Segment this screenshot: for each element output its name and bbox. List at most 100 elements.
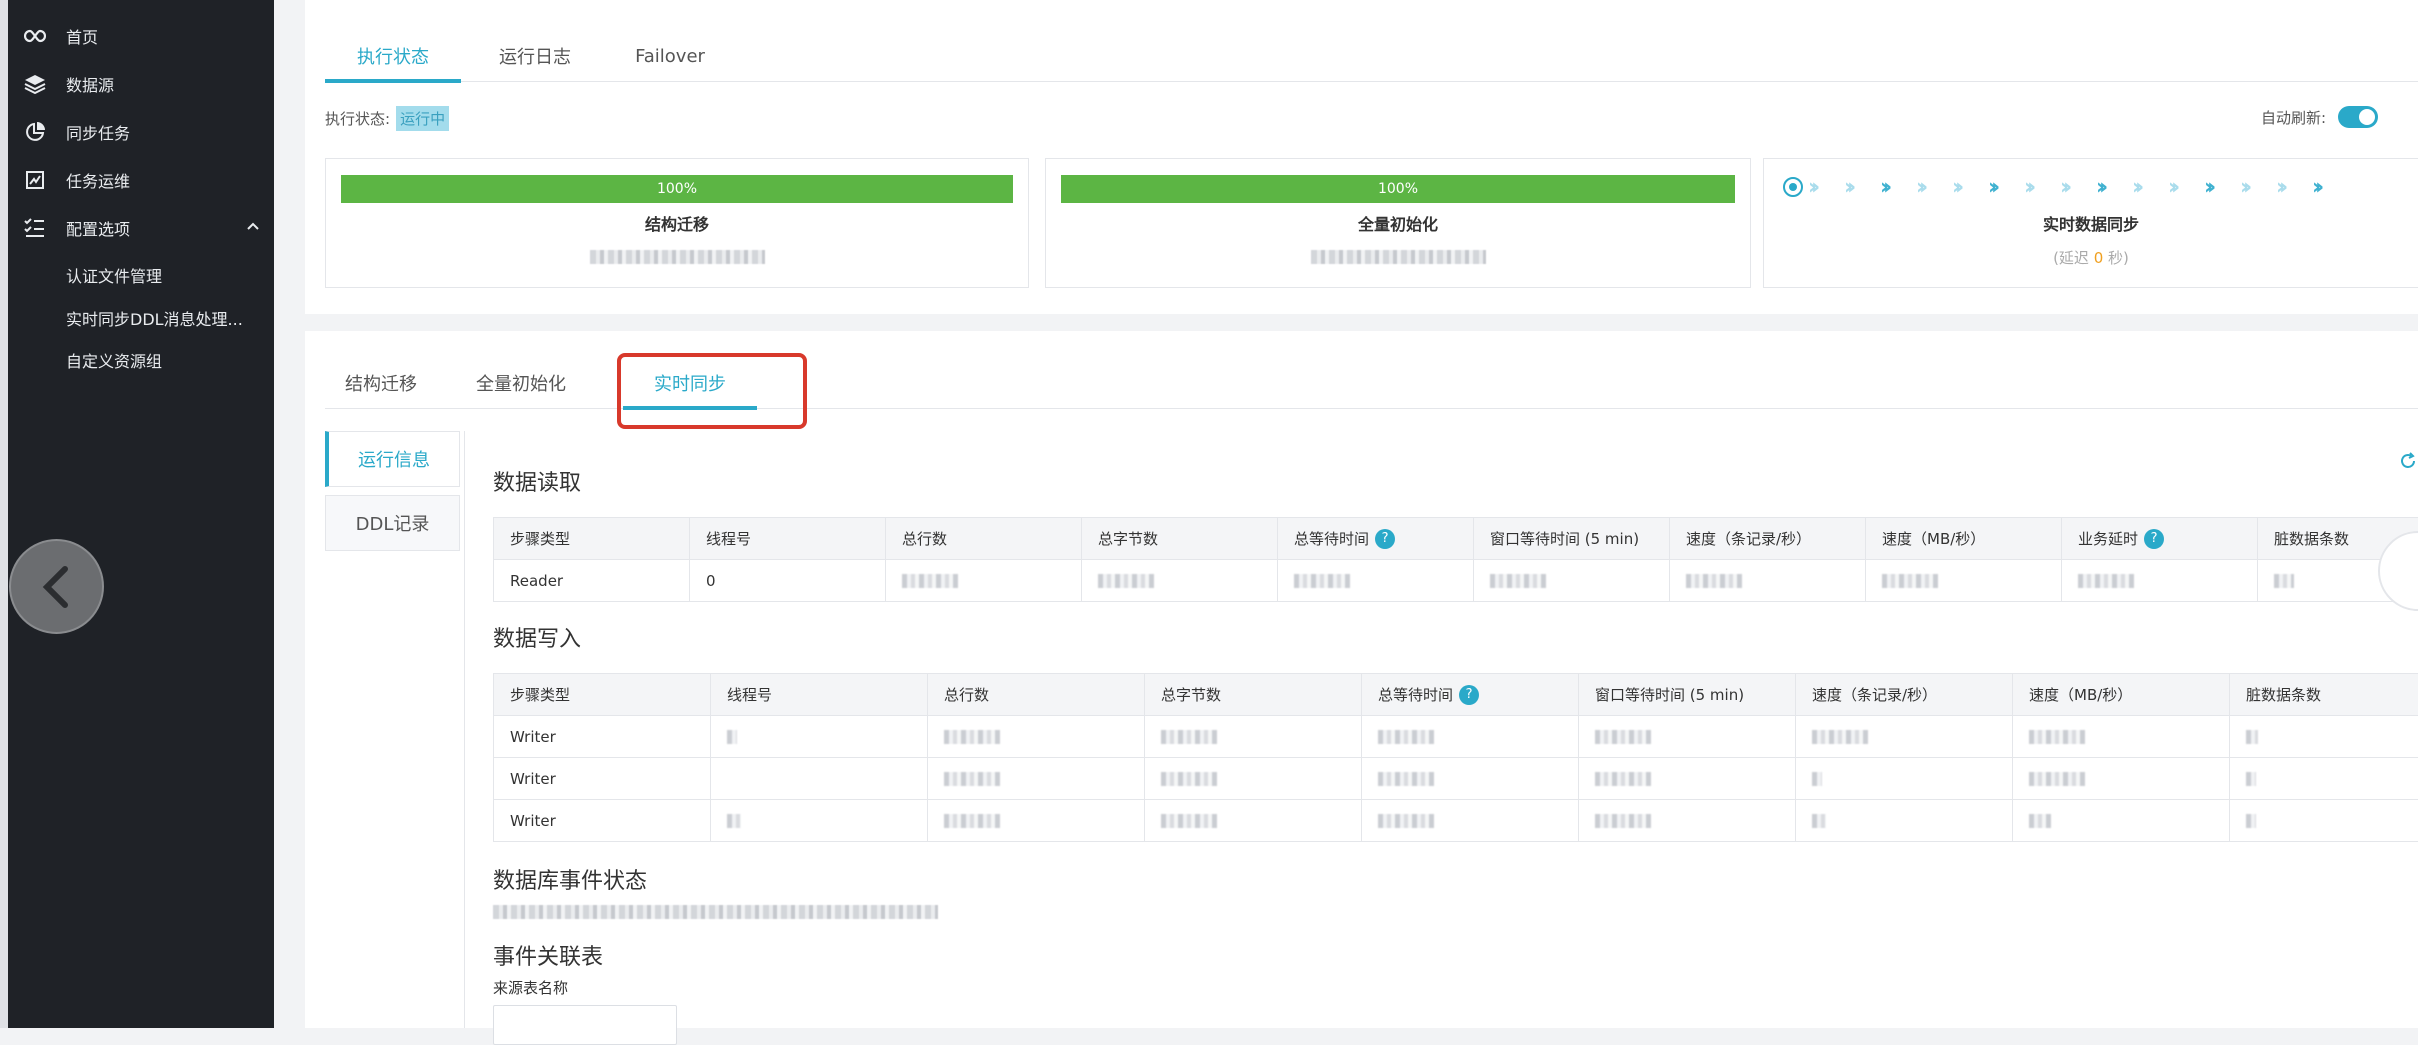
delay-suffix: 秒): [2108, 249, 2129, 267]
refresh-icon[interactable]: [2398, 451, 2418, 471]
redacted-text: [1161, 730, 1217, 744]
db-event-status: [493, 901, 938, 920]
tab-run-log[interactable]: 运行日志: [475, 30, 595, 82]
help-icon[interactable]: ?: [2144, 529, 2164, 549]
column-header: 步骤类型: [494, 674, 711, 716]
double-chevron-icon: ››: [1844, 175, 1876, 200]
sidebar-subitem-ddl-handling[interactable]: 实时同步DDL消息处理...: [66, 303, 243, 333]
chevron-up-icon[interactable]: [245, 218, 261, 234]
source-table-input[interactable]: [493, 1005, 677, 1045]
sidebar-subitem-resource-group[interactable]: 自定义资源组: [66, 345, 162, 375]
table-row: Writer: [494, 716, 2418, 758]
redacted-text: [2246, 814, 2256, 828]
redacted-text: [1595, 814, 1651, 828]
column-header: 线程号: [711, 674, 928, 716]
cell-type: Writer: [494, 758, 711, 800]
column-header: 总行数: [928, 674, 1145, 716]
redacted-text: [1098, 574, 1154, 588]
tab-failover[interactable]: Failover: [615, 30, 725, 82]
cell-redacted: [1145, 800, 1362, 842]
redacted-text: [1812, 772, 1822, 786]
collapse-back-button[interactable]: [9, 539, 104, 634]
redacted-text: [1490, 574, 1546, 588]
cell-redacted: [1866, 560, 2062, 602]
stage-sub: [1046, 247, 1750, 265]
column-header-wait: 总等待时间?: [1278, 518, 1474, 560]
column-header: 速度（MB/秒）: [1866, 518, 2062, 560]
redacted-text: [1294, 574, 1350, 588]
sidebar-item-datasource[interactable]: 数据源: [24, 68, 114, 100]
top-tabs: 执行状态 运行日志 Failover: [325, 30, 2418, 82]
cell-redacted: [711, 716, 928, 758]
redacted-text: [1595, 772, 1651, 786]
column-header: 窗口等待时间 (5 min): [1474, 518, 1670, 560]
cell-type: Writer: [494, 800, 711, 842]
column-header: 线程号: [690, 518, 886, 560]
cell-redacted: [1796, 716, 2013, 758]
redacted-text: [1595, 730, 1651, 744]
auto-refresh-toggle[interactable]: [2338, 106, 2378, 128]
cell-redacted: [928, 716, 1145, 758]
delay-prefix: (延迟: [2053, 249, 2089, 267]
tab-execution-status[interactable]: 执行状态: [325, 30, 461, 82]
stage-card-full-init: 100% 全量初始化: [1045, 158, 1751, 288]
section-title-write: 数据写入: [493, 621, 581, 653]
redacted-text: [2246, 772, 2256, 786]
help-icon[interactable]: ?: [1375, 529, 1395, 549]
highlight-annotation: [617, 353, 807, 429]
double-chevron-icon: ››: [2240, 175, 2272, 200]
column-header: 速度（条记录/秒）: [1796, 674, 2013, 716]
side-tabs: 运行信息 DDL记录: [325, 431, 460, 559]
progress-bar: 100%: [1061, 175, 1735, 203]
redacted-text: [493, 905, 938, 919]
table-header-row: 步骤类型 线程号 总行数 总字节数 总等待时间? 窗口等待时间 (5 min) …: [494, 674, 2418, 716]
double-chevron-icon: ››: [2060, 175, 2092, 200]
progress-bar: 100%: [341, 175, 1013, 203]
stage-sub: [326, 247, 1028, 265]
cell-redacted: [2013, 800, 2230, 842]
column-header: 业务延时: [2078, 530, 2138, 548]
section-title-event-relation: 事件关联表: [493, 939, 603, 971]
cell-redacted: [886, 560, 1082, 602]
layers-icon: [24, 73, 46, 95]
redacted-text: [1378, 814, 1434, 828]
checklist-icon: [24, 217, 46, 239]
stage-card-realtime: ›› ›› ›› ›› ›› ›› ›› ›› ›› ›› ›› ›› ›› ›…: [1763, 158, 2418, 288]
monitor-icon: [24, 169, 46, 191]
help-icon[interactable]: ?: [1459, 685, 1479, 705]
redacted-text: [727, 730, 737, 744]
sidebar-item-config[interactable]: 配置选项: [24, 212, 130, 244]
cell-redacted: [711, 758, 928, 800]
execution-status-panel: 执行状态 运行日志 Failover 执行状态: 运行中 自动刷新: 100% …: [305, 0, 2418, 314]
writer-table: 步骤类型 线程号 总行数 总字节数 总等待时间? 窗口等待时间 (5 min) …: [493, 673, 2418, 842]
double-chevron-icon: ››: [2024, 175, 2056, 200]
column-header-wait: 总等待时间?: [1362, 674, 1579, 716]
tab-full-init[interactable]: 全量初始化: [451, 357, 591, 409]
sidebar-item-home[interactable]: 首页: [24, 20, 98, 52]
infinity-icon: [24, 25, 46, 47]
table-row: Reader 0: [494, 560, 2418, 602]
cell-redacted: [2230, 758, 2418, 800]
sidebar: 首页 数据源 同步任务 任务运维 配置选项 认证文件管理 实时同步DDL消息处理…: [0, 0, 274, 1028]
status-row: 执行状态: 运行中: [325, 106, 449, 131]
sidebar-item-sync-task[interactable]: 同步任务: [24, 116, 130, 148]
redacted-text: [2029, 730, 2085, 744]
sidebar-item-label: 同步任务: [66, 120, 130, 144]
tab-structure-migration[interactable]: 结构迁移: [325, 357, 437, 409]
redacted-text: [2029, 814, 2051, 828]
side-tab-run-info[interactable]: 运行信息: [325, 431, 460, 487]
cell-redacted: [1362, 800, 1579, 842]
double-chevron-icon: ››: [2204, 175, 2236, 200]
sidebar-item-task-ops[interactable]: 任务运维: [24, 164, 130, 196]
cell-redacted: [2230, 800, 2418, 842]
cell-redacted: [1670, 560, 1866, 602]
sidebar-subitem-auth-files[interactable]: 认证文件管理: [66, 260, 162, 290]
auto-refresh: 自动刷新:: [2261, 106, 2378, 128]
section-title-db-events: 数据库事件状态: [493, 863, 647, 895]
section-title-read: 数据读取: [493, 465, 581, 497]
side-tab-ddl-records[interactable]: DDL记录: [325, 495, 460, 551]
column-header: 窗口等待时间 (5 min): [1579, 674, 1796, 716]
source-table-label: 来源表名称: [493, 977, 568, 998]
sync-arrows: ›› ›› ›› ›› ›› ›› ›› ›› ›› ›› ›› ›› ›› ›…: [1782, 173, 2408, 201]
redacted-text: [1378, 772, 1434, 786]
